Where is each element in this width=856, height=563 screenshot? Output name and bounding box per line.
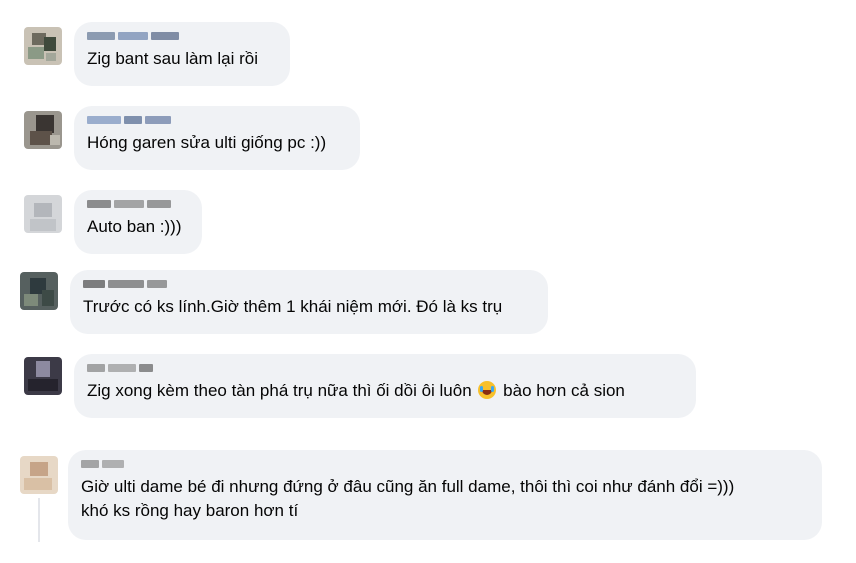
comment-text-part: bào hơn cả sion [503, 381, 625, 400]
author-name-blurred[interactable] [87, 199, 189, 209]
comment-text: Auto ban :))) [87, 217, 182, 236]
avatar[interactable] [24, 111, 62, 149]
author-name-blurred[interactable] [87, 115, 347, 125]
author-name-blurred[interactable] [87, 31, 277, 41]
comment-bubble: Giờ ulti dame bé đi nhưng đứng ở đâu cũn… [68, 450, 822, 540]
comment-text-part: Zig xong kèm theo tàn phá trụ nữa thì ối… [87, 381, 472, 400]
author-name-blurred[interactable] [87, 363, 683, 373]
comment-text: Zig xong kèm theo tàn phá trụ nữa thì ối… [87, 379, 683, 403]
comment-text: Zig bant sau làm lại rồi [87, 49, 259, 68]
comment-bubble: Auto ban :))) [74, 190, 202, 254]
avatar[interactable] [20, 456, 58, 494]
comment-bubble: Zig bant sau làm lại rồi [74, 22, 290, 86]
comment-text: Hóng garen sửa ulti giống pc :)) [87, 133, 327, 152]
comment-bubble: Hóng garen sửa ulti giống pc :)) [74, 106, 360, 170]
rolling-laughing-emoji-icon [478, 381, 497, 399]
comment-bubble: Trước có ks lính.Giờ thêm 1 khái niệm mớ… [70, 270, 548, 334]
thread-line [38, 498, 40, 542]
comment-text: Trước có ks lính.Giờ thêm 1 khái niệm mớ… [83, 297, 503, 316]
avatar[interactable] [24, 27, 62, 65]
comment-text-line-1: Giờ ulti dame bé đi nhưng đứng ở đâu cũn… [81, 477, 735, 496]
author-name-blurred[interactable] [81, 459, 809, 469]
author-name-blurred[interactable] [83, 279, 535, 289]
avatar[interactable] [20, 272, 58, 310]
avatar[interactable] [24, 357, 62, 395]
comment-text-line-2: khó ks rồng hay baron hơn tí [81, 501, 299, 520]
comment-bubble: Zig xong kèm theo tàn phá trụ nữa thì ối… [74, 354, 696, 418]
avatar[interactable] [24, 195, 62, 233]
